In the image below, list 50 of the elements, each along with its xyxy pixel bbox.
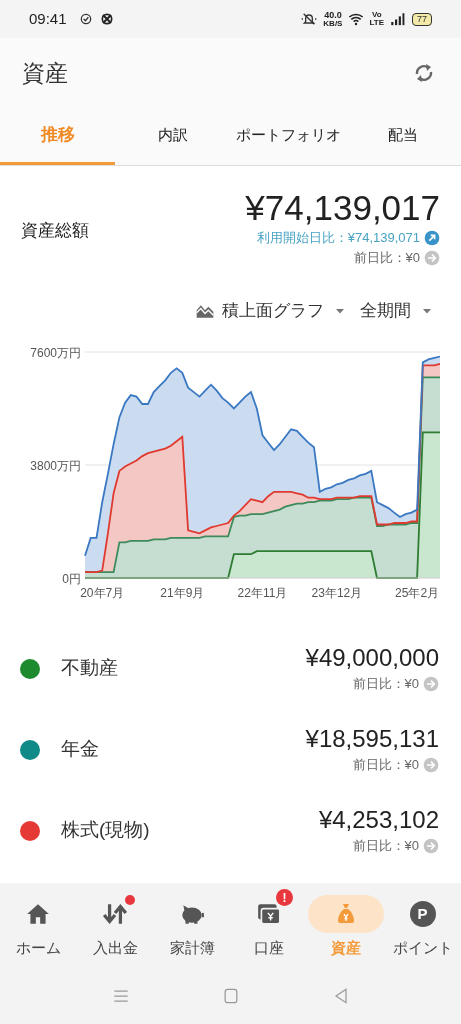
dropdown[interactable]: 積上面グラフ [194, 298, 346, 324]
asset-name: 不動産 [61, 656, 118, 681]
alert-badge: ! [275, 889, 293, 906]
axis-label: 22年11月 [237, 586, 288, 600]
change-text: 前日比：¥0 [352, 755, 419, 774]
check-circle-icon [78, 12, 93, 26]
bell-off-icon [300, 11, 319, 27]
change-text: 利用開始日比：¥74,139,071 [256, 229, 420, 248]
volte-label: LTE [369, 19, 384, 27]
network-speed: 40.0 [324, 10, 342, 20]
arrow-right-icon [423, 756, 439, 773]
arrow-up-right-icon [424, 230, 440, 246]
axis-label: 3800万円 [30, 459, 81, 473]
total-assets-label: 資産総額 [21, 220, 89, 242]
tab[interactable]: ポートフォリオ [230, 108, 346, 165]
total-assets-amount: ¥74,139,017 [245, 188, 440, 228]
battery-indicator: 77 [412, 12, 432, 26]
change-text: 前日比：¥0 [352, 836, 419, 855]
asset-amount: ¥4,253,102 [318, 805, 439, 834]
change-text: 前日比：¥0 [353, 249, 420, 268]
axis-label: 7600万円 [30, 346, 81, 360]
up-down-arrows-icon [102, 901, 129, 927]
axis-label: 21年9月 [160, 586, 205, 600]
axis-label: 20年7月 [80, 586, 125, 600]
arrow-right-icon [423, 837, 439, 854]
axis-label: 25年2月 [395, 586, 440, 600]
nav-item[interactable]: ! 口座 [230, 887, 307, 960]
arrow-right-icon [424, 250, 440, 266]
asset-name: 年金 [61, 737, 99, 762]
signal-icon [389, 11, 406, 27]
asset-amount: ¥18,595,131 [305, 724, 439, 753]
tab[interactable]: 内訳 [115, 108, 231, 165]
nav-item[interactable]: 入出金 [77, 887, 154, 960]
points-icon: P [409, 901, 436, 927]
axis-label: 23年12月 [311, 586, 363, 600]
nav-item[interactable]: 家計簿 [154, 887, 231, 960]
arrow-right-icon [423, 675, 439, 692]
asset-name: 株式(現物) [61, 818, 150, 843]
nav-item[interactable]: P ポイント [384, 887, 461, 960]
wifi-icon [347, 11, 366, 27]
nav-item[interactable]: ホーム [0, 887, 77, 960]
asset-amount: ¥49,000,000 [305, 643, 439, 672]
page-title: 資産 [22, 58, 68, 88]
tab[interactable]: 配当 [345, 108, 461, 165]
dropdown[interactable]: 全期間 [360, 298, 433, 324]
change-text: 前日比：¥0 [352, 674, 419, 693]
axis-label: 0円 [62, 572, 81, 586]
network-speed-unit: KB/S [323, 19, 343, 28]
volte-label: Vo [371, 11, 382, 19]
clock: 09:41 [29, 8, 67, 29]
